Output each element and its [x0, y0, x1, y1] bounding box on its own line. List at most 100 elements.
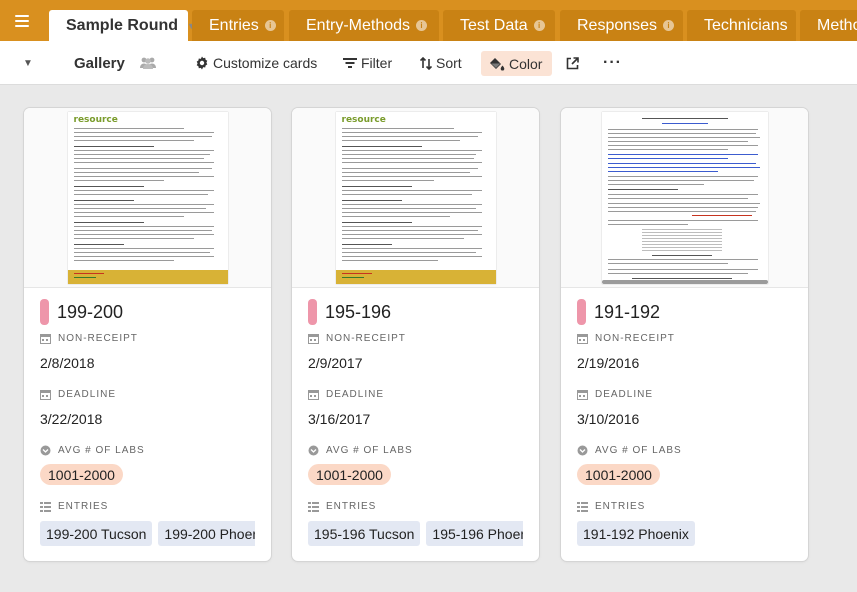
field-label-entries: ENTRIES [308, 501, 376, 512]
paint-bucket-icon [489, 57, 505, 71]
document-logo: resource [73, 115, 118, 125]
linked-record-chip[interactable]: 199-200 Phoenix [158, 521, 255, 546]
field-label-text: DEADLINE [595, 389, 654, 400]
tab-technicians[interactable]: Technicians [687, 10, 796, 41]
field-label-non-receipt: NON-RECEIPT [308, 333, 406, 344]
sort-label: Sort [436, 55, 462, 71]
calendar-icon [577, 389, 588, 400]
info-icon: i [416, 20, 428, 31]
field-label-deadline: DEADLINE [308, 389, 384, 400]
color-label: Color [509, 55, 543, 72]
document-thumbnail [601, 112, 768, 284]
views-toggle-chevron-icon[interactable]: ▼ [23, 41, 33, 85]
field-label-text: DEADLINE [326, 389, 385, 400]
calendar-icon [577, 333, 588, 344]
calendar-icon [40, 333, 51, 344]
field-label-text: NON-RECEIPT [58, 333, 138, 344]
filter-label: Filter [361, 55, 393, 71]
calendar-icon [40, 389, 51, 400]
color-button[interactable]: Color [481, 51, 553, 76]
share-icon [566, 56, 579, 70]
card-cover-image: resource [24, 108, 271, 288]
entries-links: 199-200 Tucson 199-200 Phoenix [40, 521, 255, 546]
gallery-card[interactable]: resource 195-196 NON-RECEIPT 2/9/2017 DE… [292, 108, 539, 561]
tab-label: Metho [817, 16, 857, 34]
document-logo: resource [341, 115, 386, 125]
linked-record-chip[interactable]: 195-196 Tucson [308, 521, 421, 546]
menu-icon[interactable] [0, 0, 44, 41]
avg-labs-badge: 1001-2000 [577, 464, 660, 485]
record-color-indicator [308, 299, 317, 325]
more-options-button[interactable]: ··· [603, 41, 622, 85]
filter-button[interactable]: Filter [343, 41, 392, 85]
tab-entry-methods[interactable]: Entry-Methods i [289, 10, 439, 41]
field-label-text: ENTRIES [58, 501, 109, 512]
info-icon: i [663, 20, 675, 31]
card-cover-image: resource [292, 108, 539, 288]
non-receipt-date: 2/19/2016 [577, 355, 640, 371]
tab-label: Test Data [460, 16, 528, 34]
share-view-button[interactable] [566, 41, 583, 85]
record-color-indicator [40, 299, 49, 325]
linked-record-chip[interactable]: 195-196 Phoenix [426, 521, 523, 546]
linked-record-chip[interactable]: 191-192 Phoenix [577, 521, 695, 546]
field-label-text: AVG # OF LABS [58, 445, 145, 456]
field-label-text: NON-RECEIPT [595, 333, 675, 344]
field-label-deadline: DEADLINE [577, 389, 653, 400]
card-title: 195-196 [325, 301, 392, 322]
tab-responses[interactable]: Responses i [560, 10, 683, 41]
single-select-icon [577, 445, 588, 456]
field-label-avg-labs: AVG # OF LABS [40, 445, 145, 456]
customize-cards-button[interactable]: Customize cards [195, 41, 317, 85]
field-label-non-receipt: NON-RECEIPT [577, 333, 675, 344]
tab-sample-round[interactable]: Sample Round ▼ [49, 10, 196, 41]
linked-records-icon [308, 501, 319, 512]
table-tab-bar: Sample Round ▼ Entries i Entry-Methods i… [0, 0, 857, 41]
gallery-card[interactable]: 191-192 NON-RECEIPT 2/19/2016 DEADLINE 3… [561, 108, 808, 561]
field-label-entries: ENTRIES [577, 501, 645, 512]
collaborative-view-icon[interactable] [137, 41, 159, 85]
avg-labs-badge: 1001-2000 [308, 464, 391, 485]
non-receipt-date: 2/8/2018 [40, 355, 95, 371]
entries-links: 191-192 Phoenix [577, 521, 792, 546]
field-label-text: AVG # OF LABS [326, 445, 413, 456]
linked-records-icon [40, 501, 51, 512]
card-title: 199-200 [57, 301, 124, 322]
field-label-non-receipt: NON-RECEIPT [40, 333, 138, 344]
tab-label: Entries [209, 16, 259, 34]
card-title-row: 199-200 [40, 299, 123, 325]
tab-label: Entry-Methods [306, 16, 411, 34]
document-thumbnail: resource [67, 112, 228, 284]
view-toolbar: ▼ Gallery Customize cards Filter Sort Co… [0, 41, 857, 85]
calendar-icon [308, 389, 319, 400]
document-thumbnail: resource [335, 112, 496, 284]
card-cover-image [561, 108, 808, 288]
deadline-date: 3/16/2017 [308, 411, 371, 427]
deadline-date: 3/10/2016 [577, 411, 640, 427]
tab-test-data[interactable]: Test Data i [443, 10, 555, 41]
linked-records-icon [577, 501, 588, 512]
tab-entries[interactable]: Entries i [192, 10, 284, 41]
entries-links: 195-196 Tucson 195-196 Phoenix [308, 521, 523, 546]
gallery-card[interactable]: resource 199-200 NON-RECEIPT 2/8/2018 DE… [24, 108, 271, 561]
field-label-text: DEADLINE [58, 389, 117, 400]
view-name[interactable]: Gallery [74, 41, 125, 85]
card-title: 191-192 [594, 301, 661, 322]
field-label-text: NON-RECEIPT [326, 333, 406, 344]
sort-button[interactable]: Sort [420, 41, 462, 85]
field-label-entries: ENTRIES [40, 501, 108, 512]
calendar-icon [308, 333, 319, 344]
sort-icon [420, 56, 432, 70]
linked-record-chip[interactable]: 199-200 Tucson [40, 521, 153, 546]
tab-label: Sample Round [66, 16, 179, 34]
info-icon: i [264, 20, 276, 31]
single-select-icon [40, 445, 51, 456]
tab-label: Technicians [704, 16, 788, 34]
gallery-icon [47, 55, 63, 71]
field-label-avg-labs: AVG # OF LABS [577, 445, 682, 456]
tab-methods[interactable]: Metho [800, 10, 857, 41]
field-label-text: AVG # OF LABS [595, 445, 682, 456]
record-color-indicator [577, 299, 586, 325]
tab-label: Responses [577, 16, 658, 34]
field-label-avg-labs: AVG # OF LABS [308, 445, 413, 456]
